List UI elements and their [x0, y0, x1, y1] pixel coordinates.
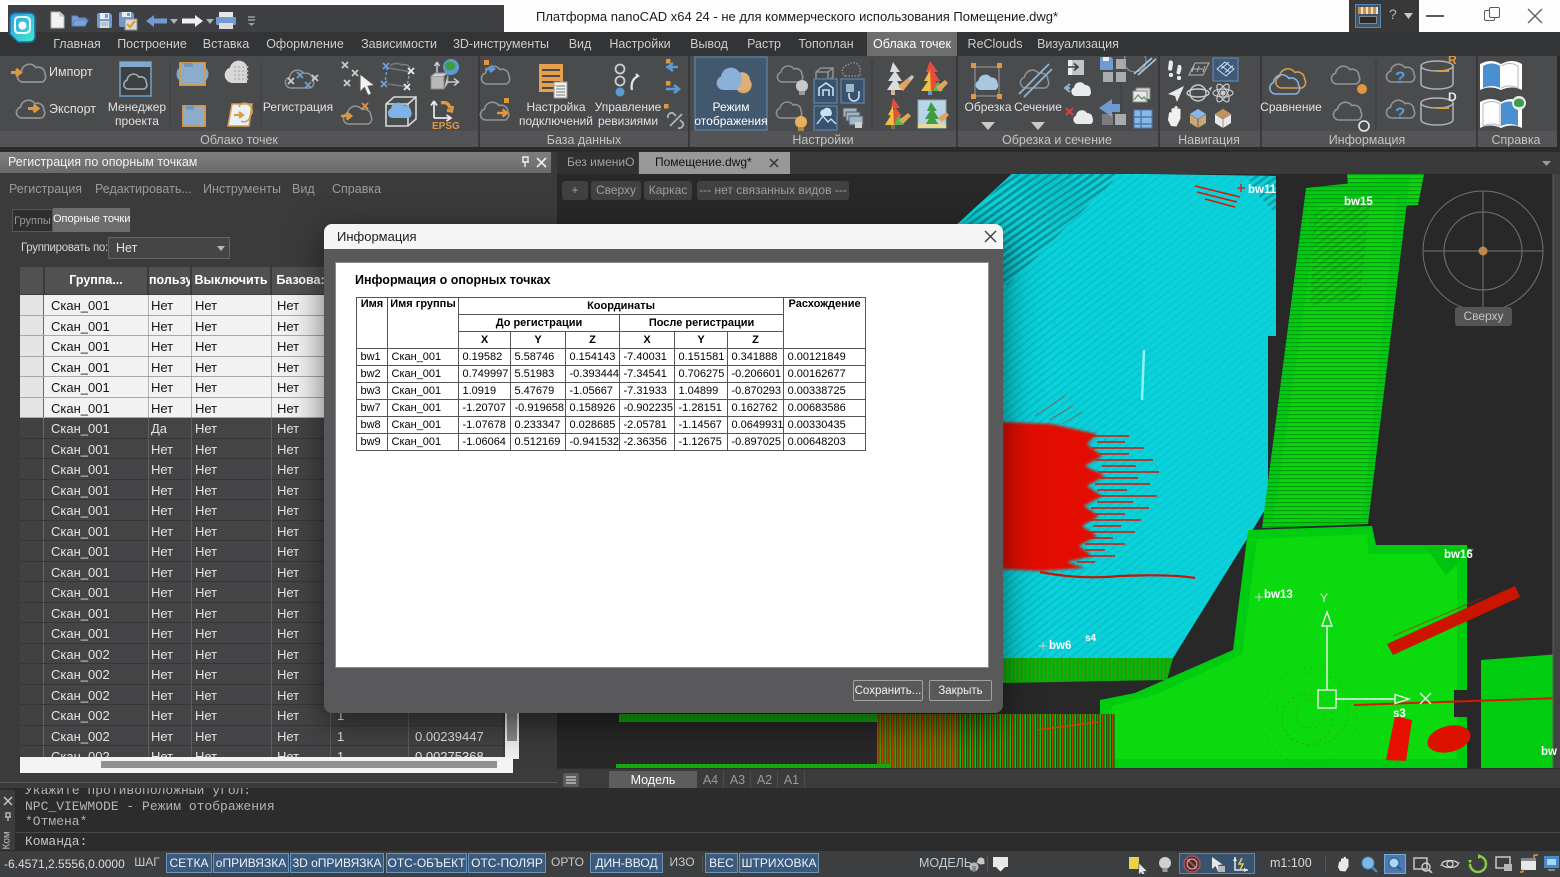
svg-text:bw15: bw15 [1344, 196, 1373, 208]
svg-text:R: R [1448, 56, 1457, 67]
svg-text:bw: bw [1541, 746, 1557, 758]
svg-text:s4: s4 [1085, 633, 1097, 644]
svg-text:?: ? [1395, 104, 1405, 123]
svg-text:EPSG: EPSG [432, 121, 460, 132]
svg-text:D: D [1448, 90, 1457, 104]
svg-text:bw11: bw11 [1248, 184, 1277, 196]
svg-text:?: ? [1395, 68, 1405, 87]
svg-text:s3: s3 [1393, 708, 1406, 720]
svg-text:bw13: bw13 [1264, 589, 1293, 601]
svg-text:Y: Y [1320, 591, 1328, 605]
svg-text:bw16: bw16 [1444, 549, 1473, 561]
svg-text:bw6: bw6 [1049, 640, 1071, 652]
